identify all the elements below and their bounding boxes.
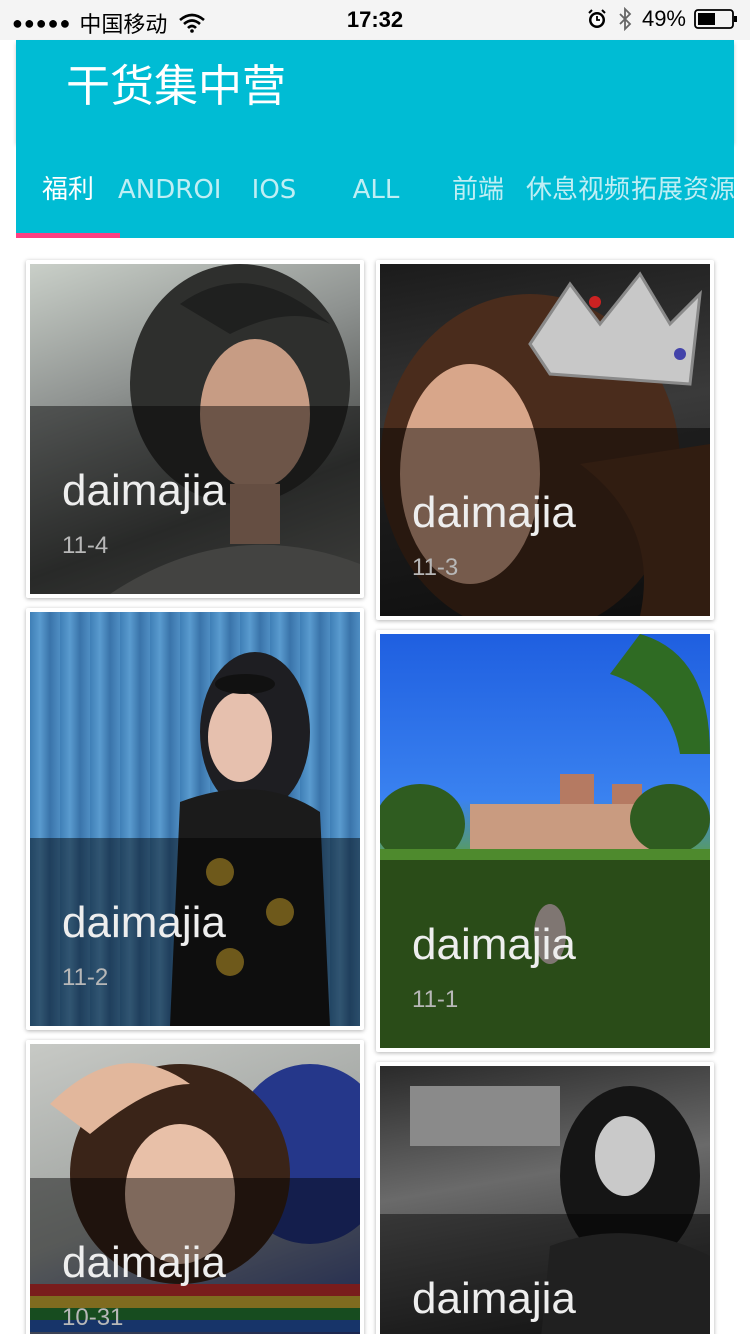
card-author: daimajia bbox=[412, 920, 576, 969]
photo-image: daimajia 11-4 bbox=[30, 264, 360, 594]
status-right: 49% bbox=[586, 6, 738, 32]
card-date: 11-2 bbox=[62, 964, 109, 991]
photo-card[interactable]: daimajia bbox=[376, 1062, 714, 1334]
alarm-icon bbox=[588, 9, 606, 28]
photo-image: daimajia 10-31 bbox=[30, 1044, 360, 1334]
card-author: daimajia bbox=[62, 898, 226, 947]
app-title: 干货集中营 bbox=[66, 61, 286, 112]
tab-ios[interactable]: IOS bbox=[222, 142, 326, 238]
card-date: 11-4 bbox=[62, 532, 109, 559]
bluetooth-icon bbox=[619, 7, 632, 31]
photo-grid: daimajia 11-4 daimajia 11-3 daimajia 11-… bbox=[0, 238, 750, 1334]
photo-card[interactable]: daimajia 11-4 bbox=[26, 260, 364, 598]
card-overlay: daimajia 11-2 bbox=[30, 838, 360, 1026]
photo-image: daimajia 11-1 bbox=[380, 634, 710, 1048]
tab-extended-resources[interactable]: 拓展资源 bbox=[628, 142, 734, 238]
card-overlay: daimajia 11-4 bbox=[30, 406, 360, 594]
card-author: daimajia bbox=[412, 488, 576, 537]
photo-image: daimajia 11-3 bbox=[380, 264, 710, 616]
photo-card[interactable]: daimajia 11-1 bbox=[376, 630, 714, 1052]
tab-fuli[interactable]: 福利 bbox=[16, 142, 120, 238]
tab-android[interactable]: ANDROID bbox=[118, 142, 222, 238]
photo-card[interactable]: daimajia 10-31 bbox=[26, 1040, 364, 1334]
photo-card[interactable]: daimajia 11-2 bbox=[26, 608, 364, 1030]
card-overlay: daimajia 11-1 bbox=[380, 860, 710, 1048]
card-date: 10-31 bbox=[62, 1304, 124, 1331]
photo-image: daimajia 11-2 bbox=[30, 612, 360, 1026]
battery-icon bbox=[694, 9, 737, 29]
card-overlay: daimajia bbox=[380, 1214, 710, 1334]
card-overlay: daimajia 11-3 bbox=[380, 428, 710, 616]
tab-bar: 福利 ANDROID IOS ALL 前端 休息视频 拓展资源 bbox=[16, 142, 734, 238]
battery-percent: 49% bbox=[641, 6, 686, 31]
card-author: daimajia bbox=[412, 1274, 576, 1323]
tab-rest-video[interactable]: 休息视频 bbox=[526, 142, 630, 238]
card-date: 11-1 bbox=[412, 986, 459, 1013]
photo-card[interactable]: daimajia 11-3 bbox=[376, 260, 714, 620]
photo-image: daimajia bbox=[380, 1066, 710, 1334]
card-overlay: daimajia 10-31 bbox=[30, 1178, 360, 1334]
card-date: 11-3 bbox=[412, 554, 459, 581]
card-author: daimajia bbox=[62, 1238, 226, 1287]
tab-all[interactable]: ALL bbox=[324, 142, 428, 238]
tab-frontend[interactable]: 前端 bbox=[426, 142, 530, 238]
status-bar: ●●●●● 中国移动 17:32 49% bbox=[0, 0, 750, 40]
card-author: daimajia bbox=[62, 466, 226, 515]
app-bar: 干货集中营 bbox=[16, 40, 734, 142]
